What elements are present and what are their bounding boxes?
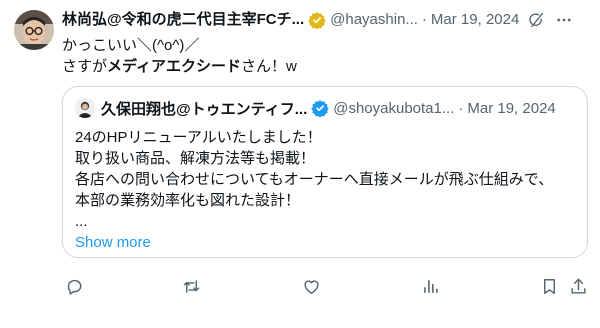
show-more-link[interactable]: Show more bbox=[75, 232, 577, 253]
verified-badge-icon[interactable] bbox=[308, 11, 326, 29]
quote-text: 24のHPリニューアルいたしました！ 取り扱い商品、解凍方法等も掲載！ 各店への… bbox=[75, 127, 577, 253]
author-handle[interactable]: @hayashin... bbox=[330, 10, 418, 30]
quote-line: 24のHPリニューアルいたしました！ bbox=[75, 129, 322, 146]
separator-dot: · bbox=[421, 11, 427, 28]
quote-separator-dot: · bbox=[458, 99, 464, 117]
line2-bold: メディアエクシード bbox=[107, 58, 241, 75]
quote-line: 本部の業務効率化も図れた設計！ bbox=[75, 192, 301, 209]
verified-badge-icon bbox=[311, 99, 329, 117]
grok-icon[interactable] bbox=[527, 11, 545, 29]
share-icon[interactable] bbox=[566, 274, 590, 298]
line2-pre: さすが bbox=[62, 58, 108, 75]
line2-post: さん！w bbox=[240, 58, 297, 75]
quote-author-name: 久保田翔也@トゥエンティフ... bbox=[101, 100, 308, 118]
quote-line: 各店への問い合わせについてもオーナーへ直接メールが飛ぶ仕組みで、 bbox=[75, 171, 554, 188]
avatar[interactable] bbox=[14, 10, 54, 50]
quoted-tweet[interactable]: 久保田翔也@トゥエンティフ... @shoyakubota1... · Mar … bbox=[62, 86, 588, 258]
quote-date: Mar 19, 2024 bbox=[467, 99, 556, 117]
quote-author-handle: @shoyakubota1... bbox=[333, 99, 455, 117]
author-name[interactable]: 林尚弘@令和の虎二代目主宰FCチ... bbox=[62, 10, 304, 30]
tweet-header: 林尚弘@令和の虎二代目主宰FCチ... @hayashin... · Mar 1… bbox=[62, 9, 590, 31]
quote-header: 久保田翔也@トゥエンティフ... @shoyakubota1... · Mar … bbox=[75, 97, 577, 119]
reply-icon[interactable] bbox=[62, 274, 86, 298]
action-bar bbox=[62, 274, 590, 298]
more-icon[interactable] bbox=[555, 11, 573, 29]
quote-avatar[interactable] bbox=[75, 98, 95, 118]
tweet-line-1: かっこいい＼(^o^)／ bbox=[62, 37, 200, 54]
tweet[interactable]: 林尚弘@令和の虎二代目主宰FCチ... @hayashin... · Mar 1… bbox=[0, 0, 600, 328]
like-icon[interactable] bbox=[299, 274, 323, 298]
tweet-line-2: さすがメディアエクシードさん！w bbox=[62, 56, 580, 77]
bookmark-icon[interactable] bbox=[537, 274, 561, 298]
quote-line: 取り扱い商品、解凍方法等も掲載！ bbox=[75, 150, 316, 167]
retweet-icon[interactable] bbox=[179, 274, 203, 298]
tweet-text: かっこいい＼(^o^)／ さすがメディアエクシードさん！w bbox=[62, 35, 580, 77]
views-icon[interactable] bbox=[418, 274, 442, 298]
tweet-date[interactable]: Mar 19, 2024 bbox=[431, 10, 519, 30]
quote-ellipsis: ... bbox=[75, 213, 88, 230]
avatar-portrait bbox=[14, 10, 54, 50]
